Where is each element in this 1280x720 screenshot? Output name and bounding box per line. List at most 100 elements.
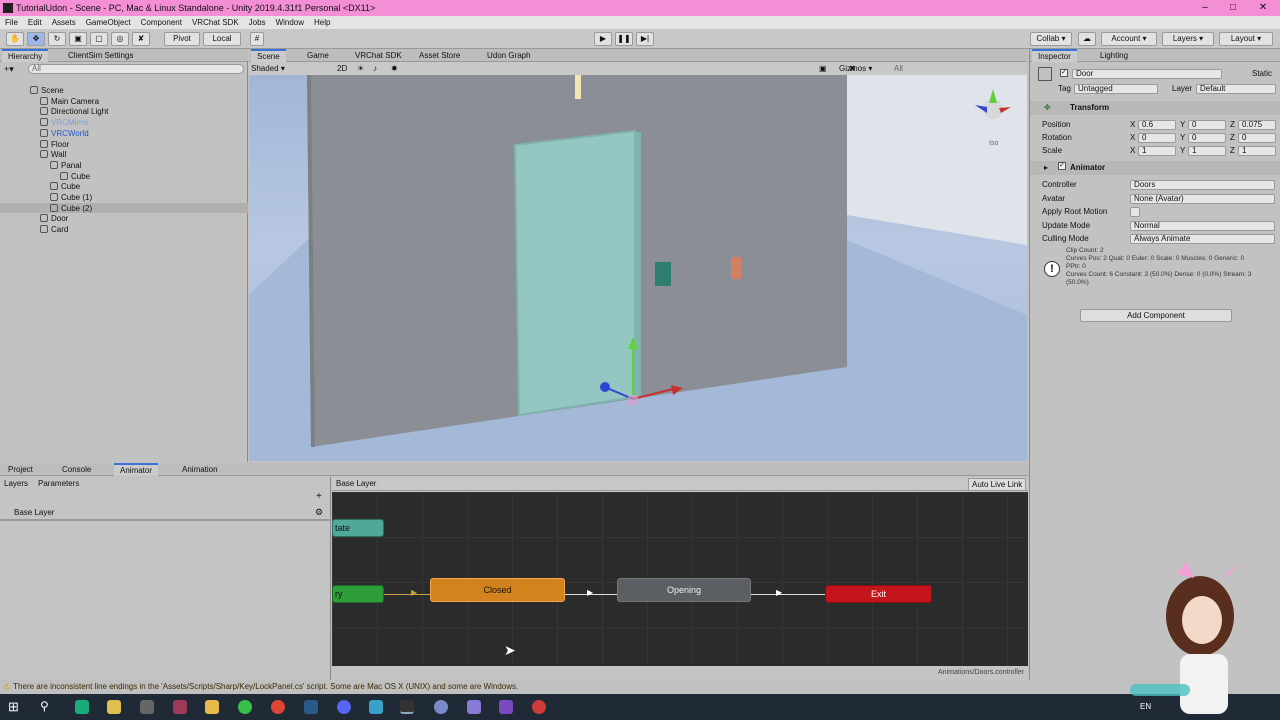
tab-asset-store[interactable]: Asset Store xyxy=(413,49,466,62)
menu-file[interactable]: File xyxy=(0,16,23,29)
steam-icon[interactable] xyxy=(304,700,318,714)
tab-parameters[interactable]: Parameters xyxy=(38,479,79,488)
animator-row-field[interactable]: None (Avatar) xyxy=(1130,193,1275,204)
layer-settings-gear-icon[interactable]: ⚙ xyxy=(315,507,323,518)
transform-x-field[interactable]: 0.6 xyxy=(1138,120,1176,130)
transform-z-field[interactable]: 0.075 xyxy=(1238,120,1276,130)
animator-row-field[interactable]: Doors xyxy=(1130,180,1275,190)
app-icon-1[interactable] xyxy=(75,700,89,714)
menu-gameobject[interactable]: GameObject xyxy=(81,16,136,29)
any-state-node[interactable]: tate xyxy=(332,519,384,537)
transform-y-field[interactable]: 0 xyxy=(1188,120,1226,130)
exit-node[interactable]: Exit xyxy=(825,585,932,603)
cloud-button[interactable]: ☁ xyxy=(1078,32,1096,46)
static-label[interactable]: Static xyxy=(1252,68,1272,80)
hierarchy-item[interactable]: Panal xyxy=(50,160,81,171)
object-name-field[interactable]: Door xyxy=(1072,69,1222,79)
hierarchy-item[interactable]: Cube xyxy=(60,171,90,182)
app-icon-8[interactable] xyxy=(532,700,546,714)
menu-jobs[interactable]: Jobs xyxy=(244,16,271,29)
hierarchy-item[interactable]: Scene xyxy=(30,85,64,96)
gizmo-search-text[interactable]: All xyxy=(894,62,903,75)
animator-header[interactable]: ▸ ✓ Animator xyxy=(1030,161,1280,175)
minimize-button[interactable]: – xyxy=(1190,0,1220,16)
transform-x-field[interactable]: 0 xyxy=(1138,133,1176,143)
lighting-icon[interactable]: ☀ xyxy=(357,62,364,75)
custom-tool-button[interactable]: ✘ xyxy=(132,32,150,46)
rect-tool-button[interactable]: ▢ xyxy=(90,32,108,46)
door[interactable] xyxy=(513,129,636,417)
rotate-tool-button[interactable]: ↻ xyxy=(48,32,66,46)
animator-enabled-checkbox[interactable]: ✓ xyxy=(1058,162,1066,170)
opening-state-node[interactable]: Opening xyxy=(617,578,751,602)
search-icon[interactable]: ⚲ xyxy=(40,699,49,713)
hierarchy-item[interactable]: Card xyxy=(40,224,68,235)
pivot-toggle[interactable]: Pivot xyxy=(164,32,200,46)
chat-icon[interactable] xyxy=(238,700,252,714)
gizmo-center[interactable] xyxy=(628,395,638,405)
2d-toggle[interactable]: 2D xyxy=(337,62,347,75)
gizmo-z-arrow[interactable] xyxy=(600,382,610,392)
close-button[interactable]: ✕ xyxy=(1248,0,1278,16)
discord-icon[interactable] xyxy=(337,700,351,714)
play-button[interactable]: ▶ xyxy=(594,32,612,46)
opening-to-exit-transition[interactable] xyxy=(751,594,825,595)
layers-dropdown[interactable]: Layers ▾ xyxy=(1162,32,1214,46)
tab-udon-graph[interactable]: Udon Graph xyxy=(481,49,537,62)
hierarchy-item[interactable]: Cube xyxy=(50,181,80,192)
tab-clientsim-settings[interactable]: ClientSim Settings xyxy=(62,49,139,62)
transform-x-field[interactable]: 1 xyxy=(1138,146,1176,156)
transform-y-field[interactable]: 1 xyxy=(1188,146,1226,156)
transform-header[interactable]: ✥ Transform xyxy=(1030,101,1280,115)
auto-live-link-button[interactable]: Auto Live Link xyxy=(968,478,1027,491)
tab-project[interactable]: Project xyxy=(2,463,39,476)
menu-assets[interactable]: Assets xyxy=(47,16,81,29)
hierarchy-item[interactable]: Cube (2) xyxy=(50,203,92,214)
graph-breadcrumb[interactable]: Base Layer xyxy=(336,479,376,488)
entry-node[interactable]: ry xyxy=(332,585,384,603)
add-layer-icon[interactable]: + xyxy=(316,491,322,502)
move-tool-button[interactable]: ✥ xyxy=(27,32,45,46)
gizmos-dropdown[interactable]: Gizmos ▾ xyxy=(839,62,879,75)
chrome-icon[interactable] xyxy=(271,700,285,714)
scene-viewport[interactable]: Iso xyxy=(249,75,1027,461)
unity-taskbar-icon[interactable] xyxy=(400,700,414,714)
tab-game[interactable]: Game xyxy=(301,49,335,62)
hierarchy-item[interactable]: Floor xyxy=(40,139,69,150)
active-checkbox[interactable]: ✓ xyxy=(1060,69,1068,77)
app-icon-2[interactable] xyxy=(107,700,121,714)
menu-help[interactable]: Help xyxy=(309,16,335,29)
windows-start-icon[interactable]: ⊞ xyxy=(8,699,19,715)
transform-z-field[interactable]: 1 xyxy=(1238,146,1276,156)
grid-snap-button[interactable]: # xyxy=(250,32,264,46)
tab-lighting[interactable]: Lighting xyxy=(1094,49,1134,62)
hierarchy-item[interactable]: Cube (1) xyxy=(50,192,92,203)
animator-row-field[interactable]: Always Animate xyxy=(1130,234,1275,244)
visual-studio-icon[interactable] xyxy=(499,700,513,714)
tab-animator[interactable]: Animator xyxy=(114,463,159,476)
effects-icon[interactable]: ✸ xyxy=(391,62,398,75)
step-button[interactable]: ▶| xyxy=(636,32,654,46)
closed-state-node[interactable]: Closed xyxy=(430,578,565,602)
account-dropdown[interactable]: Account ▾ xyxy=(1101,32,1157,46)
tab-scene[interactable]: Scene xyxy=(251,49,286,62)
layer-dropdown[interactable]: Default xyxy=(1196,84,1276,94)
tab-inspector[interactable]: Inspector xyxy=(1032,49,1077,62)
create-plus-icon[interactable]: +▾ xyxy=(4,64,14,75)
app-icon-7[interactable] xyxy=(467,700,481,714)
app-icon-3[interactable] xyxy=(140,700,154,714)
transform-y-field[interactable]: 0 xyxy=(1188,133,1226,143)
menu-component[interactable]: Component xyxy=(136,16,187,29)
app-icon-5[interactable] xyxy=(369,700,383,714)
tag-dropdown[interactable]: Untagged xyxy=(1074,84,1158,94)
collab-dropdown[interactable]: Collab ▾ xyxy=(1030,32,1072,46)
tab-console[interactable]: Console xyxy=(56,463,97,476)
menu-window[interactable]: Window xyxy=(271,16,309,29)
hierarchy-item[interactable]: Door xyxy=(40,213,68,224)
camera-icon[interactable]: ▣ xyxy=(819,62,827,75)
animator-row-field[interactable]: Normal xyxy=(1130,220,1275,231)
hand-tool-button[interactable]: ✋ xyxy=(6,32,24,46)
tab-vrchat-sdk[interactable]: VRChat SDK xyxy=(349,49,408,62)
hierarchy-item[interactable]: Directional Light xyxy=(40,106,108,117)
hierarchy-item[interactable]: VRCMirror xyxy=(40,117,89,128)
